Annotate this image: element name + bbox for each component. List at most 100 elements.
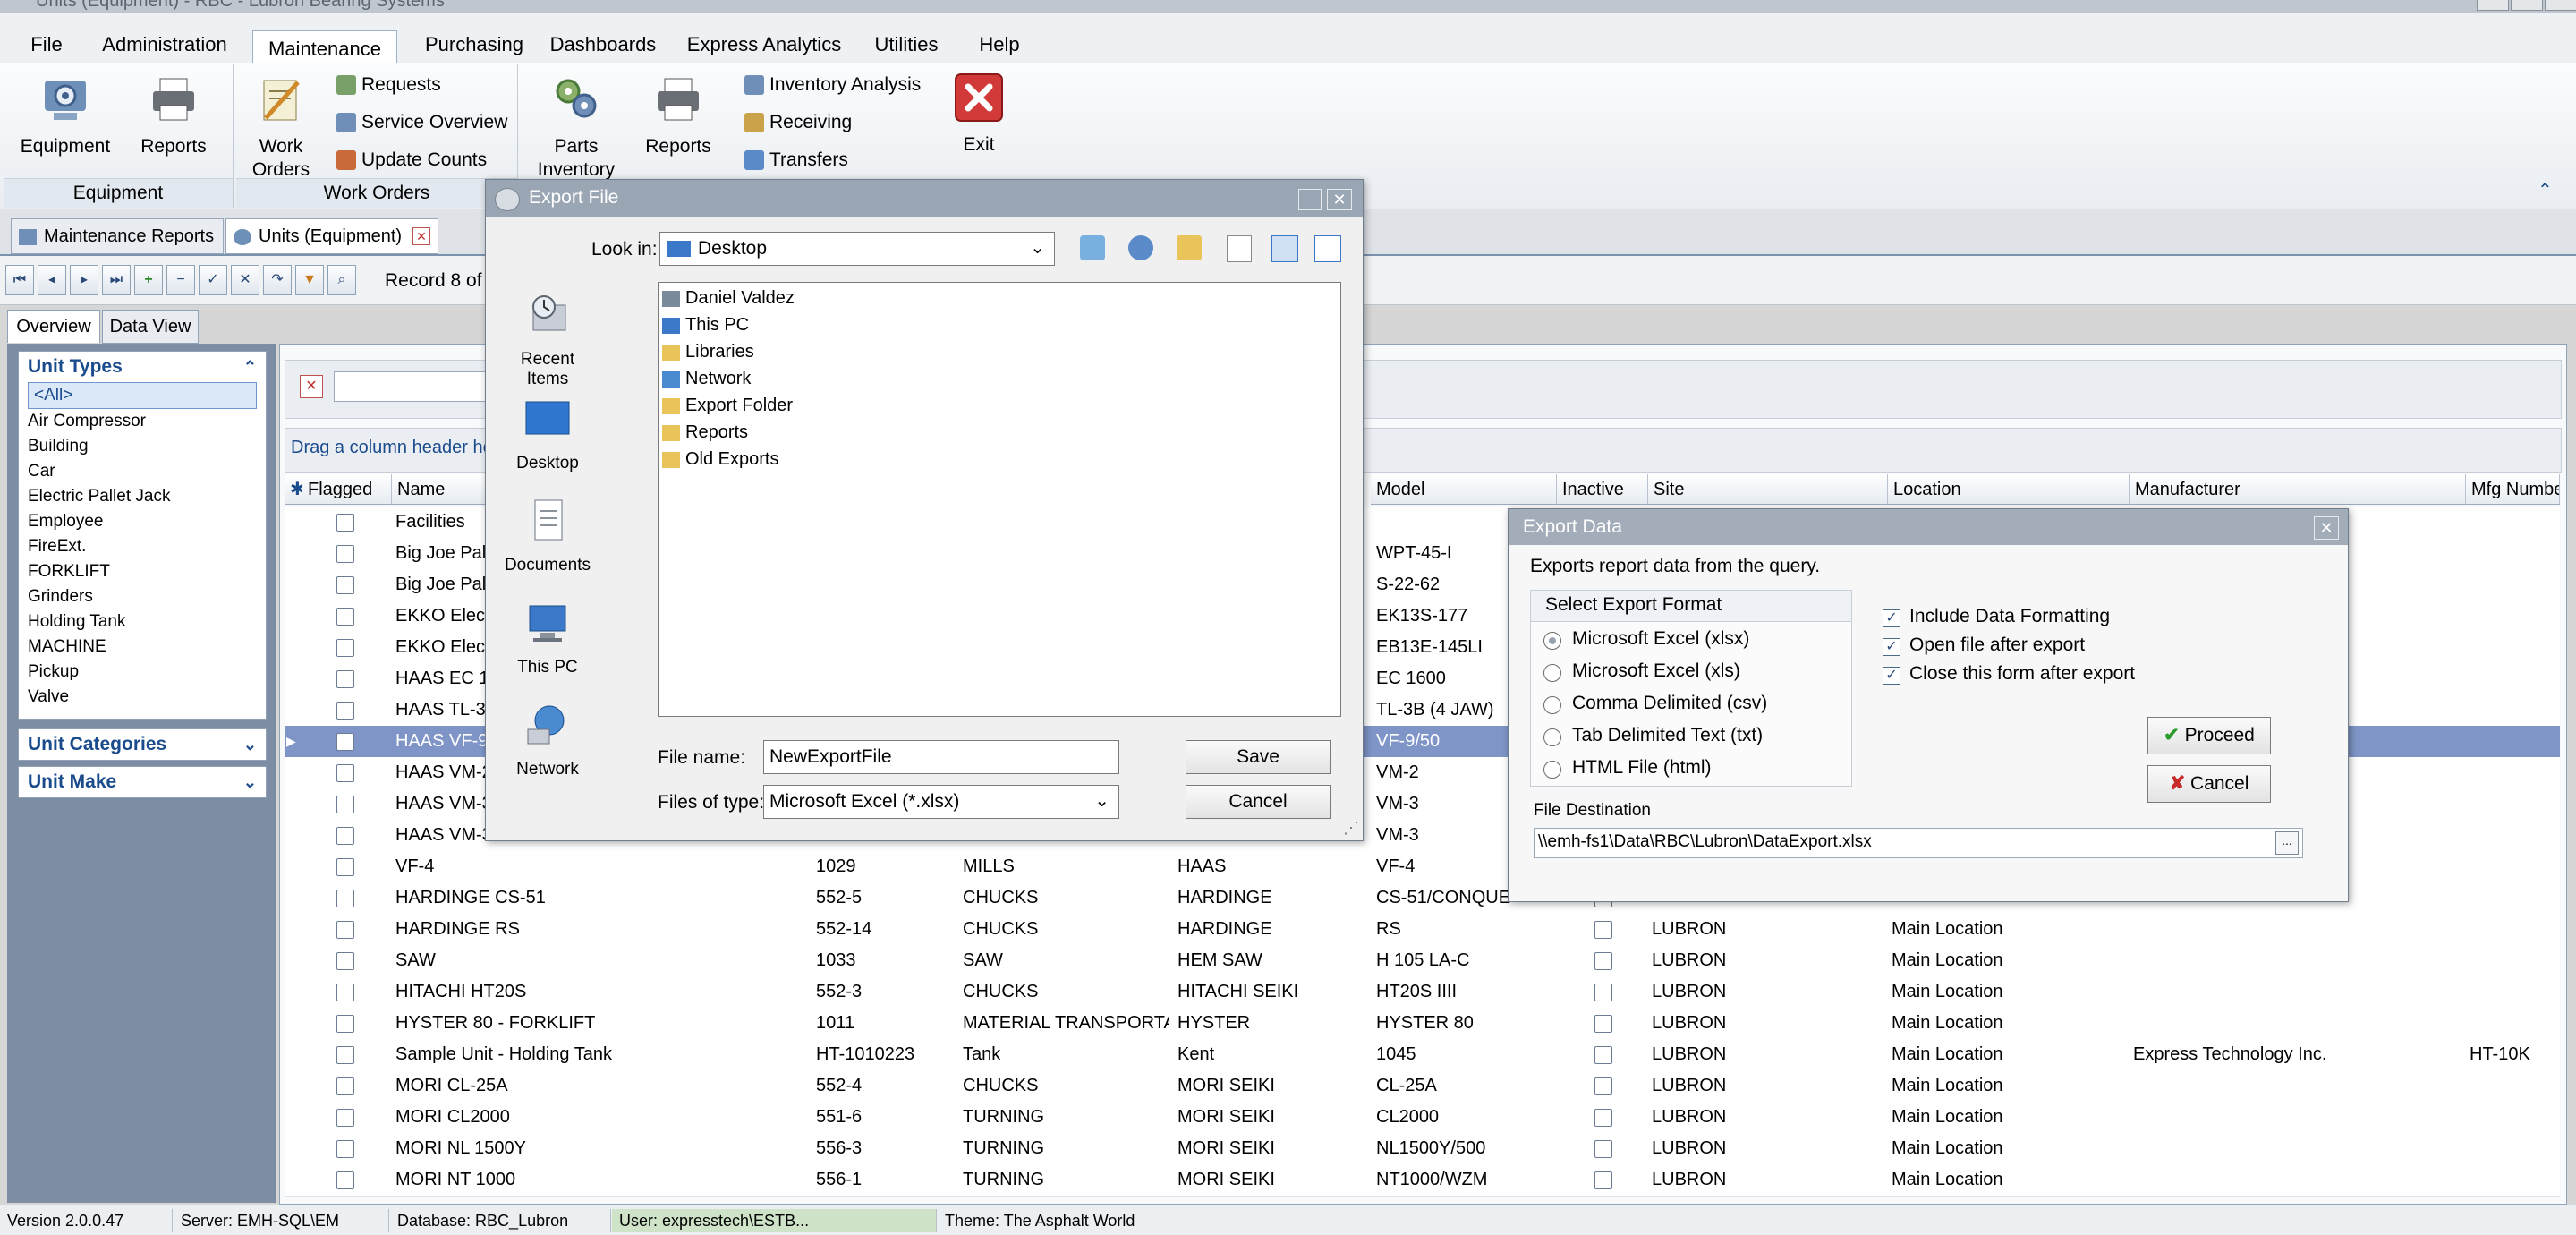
reports-folder-item[interactable]: Reports bbox=[662, 419, 748, 446]
files-of-type-select[interactable]: Microsoft Excel (*.xlsx) ⌄ bbox=[763, 785, 1119, 819]
flagged-checkbox[interactable] bbox=[336, 952, 354, 970]
inactive-checkbox[interactable] bbox=[1594, 1109, 1612, 1127]
inventory-analysis-button[interactable]: Inventory Analysis bbox=[744, 72, 921, 98]
unit-type-item[interactable]: Car bbox=[19, 459, 266, 484]
flagged-checkbox[interactable] bbox=[336, 1077, 354, 1095]
work-orders-button[interactable]: Work Orders bbox=[245, 73, 317, 182]
save-record-button[interactable]: ✓ bbox=[199, 265, 227, 295]
place-documents[interactable]: Documents bbox=[498, 498, 597, 575]
unit-type-item[interactable]: Pickup bbox=[19, 660, 266, 685]
unit-type-item[interactable]: Grinders bbox=[19, 584, 266, 609]
file-destination-input[interactable]: \\emh-fs1\Data\RBC\Lubron\DataExport.xls… bbox=[1534, 828, 2303, 858]
flagged-checkbox[interactable] bbox=[336, 733, 354, 751]
flagged-checkbox[interactable] bbox=[336, 576, 354, 594]
add-record-button[interactable]: + bbox=[134, 265, 163, 295]
look-in-select[interactable]: Desktop ⌄ bbox=[659, 232, 1055, 266]
table-row[interactable]: MORI CL2000 551-6 TURNING MORI SEIKI CL2000 L… bbox=[285, 1102, 2560, 1134]
place-desktop[interactable]: Desktop bbox=[498, 396, 597, 473]
close-tab-icon[interactable]: ✕ bbox=[412, 227, 430, 245]
format-radio[interactable] bbox=[1543, 696, 1561, 714]
parts-inventory-button[interactable]: Parts Inventory bbox=[528, 73, 625, 182]
file-name-input[interactable]: NewExportFile bbox=[763, 740, 1119, 774]
equipment-reports-button[interactable]: Reports bbox=[129, 73, 218, 158]
place-this-pc[interactable]: This PC bbox=[498, 600, 597, 677]
table-row[interactable]: MORI NT 1000 556-1 TURNING MORI SEIKI NT1000… bbox=[285, 1164, 2560, 1197]
table-row[interactable]: SAW 1033 SAW HEM SAW H 105 LA-C LUBRON Main Lo… bbox=[285, 945, 2560, 977]
cancel-edit-button[interactable]: ✕ bbox=[231, 265, 259, 295]
format-radio[interactable] bbox=[1543, 728, 1561, 746]
unit-type-item[interactable]: Air Compressor bbox=[19, 409, 266, 434]
minimize-button[interactable] bbox=[2477, 0, 2509, 11]
col-flagged[interactable]: Flagged bbox=[302, 474, 392, 505]
network-item[interactable]: Network bbox=[662, 365, 751, 392]
close-dialog-button[interactable]: ✕ bbox=[1327, 189, 1352, 210]
tab-maintenance-reports[interactable]: Maintenance Reports bbox=[11, 218, 224, 254]
flagged-checkbox[interactable] bbox=[336, 639, 354, 657]
col-model[interactable]: Model bbox=[1371, 474, 1557, 505]
table-row[interactable]: HYSTER 80 - FORKLIFT 1011 MATERIAL TRANSPO… bbox=[285, 1008, 2560, 1040]
col-manufacturer[interactable]: Manufacturer bbox=[2130, 474, 2466, 505]
details-view-icon[interactable] bbox=[1271, 235, 1298, 262]
next-record-button[interactable]: ▸ bbox=[70, 265, 98, 295]
close-window-button[interactable] bbox=[2545, 0, 2576, 11]
export-folder-item[interactable]: Export Folder bbox=[662, 392, 793, 419]
browse-button[interactable]: ... bbox=[2275, 831, 2299, 855]
filter-button[interactable]: ▼ bbox=[295, 265, 324, 295]
unit-type-item[interactable]: FireExt. bbox=[19, 534, 266, 559]
flagged-checkbox[interactable] bbox=[336, 796, 354, 813]
flagged-checkbox[interactable] bbox=[336, 890, 354, 907]
new-folder-icon[interactable] bbox=[1177, 235, 1202, 260]
unit-type-item[interactable]: Employee bbox=[19, 509, 266, 534]
option-label[interactable]: Close this form after export bbox=[1909, 663, 2135, 685]
transfers-button[interactable]: Transfers bbox=[744, 147, 848, 174]
menu-maintenance[interactable]: Maintenance bbox=[252, 30, 397, 65]
maximize-dialog-button[interactable] bbox=[1298, 189, 1322, 210]
exit-button[interactable]: Exit bbox=[947, 72, 1011, 157]
inactive-checkbox[interactable] bbox=[1594, 1140, 1612, 1158]
flagged-checkbox[interactable] bbox=[336, 545, 354, 563]
menu-purchasing[interactable]: Purchasing bbox=[412, 27, 537, 63]
parts-reports-button[interactable]: Reports bbox=[633, 73, 723, 158]
option-checkbox[interactable]: ✓ bbox=[1883, 638, 1900, 656]
format-label[interactable]: Microsoft Excel (xls) bbox=[1572, 660, 1740, 682]
equipment-button[interactable]: Equipment bbox=[16, 73, 115, 158]
expand-chevron-icon[interactable]: ⌄ bbox=[243, 767, 257, 797]
unit-type-item[interactable]: FORKLIFT bbox=[19, 559, 266, 584]
unit-type-item[interactable]: Holding Tank bbox=[19, 609, 266, 635]
first-record-button[interactable]: ⏮ bbox=[5, 265, 34, 295]
service-overview-button[interactable]: Service Overview bbox=[336, 109, 507, 136]
menu-utilities[interactable]: Utilities bbox=[866, 27, 947, 63]
menu-help[interactable]: Help bbox=[968, 27, 1031, 63]
flagged-checkbox[interactable] bbox=[336, 1046, 354, 1064]
inactive-checkbox[interactable] bbox=[1594, 1015, 1612, 1033]
table-row[interactable]: Sample Unit - Holding Tank HT-1010223 Tank… bbox=[285, 1039, 2560, 1071]
format-label[interactable]: HTML File (html) bbox=[1572, 757, 1712, 779]
col-location[interactable]: Location bbox=[1888, 474, 2130, 505]
table-row[interactable]: MORI NL 1500Y 556-3 TURNING MORI SEIKI NL150… bbox=[285, 1133, 2560, 1165]
menu-express-analytics[interactable]: Express Analytics bbox=[684, 27, 845, 63]
flagged-checkbox[interactable] bbox=[336, 764, 354, 782]
menu-administration[interactable]: Administration bbox=[93, 27, 236, 63]
flagged-checkbox[interactable] bbox=[336, 514, 354, 532]
refresh-button[interactable]: ↷ bbox=[263, 265, 292, 295]
flagged-checkbox[interactable] bbox=[336, 984, 354, 1001]
place-recent-items[interactable]: Recent Items bbox=[498, 293, 597, 389]
clear-filter-icon[interactable]: ✕ bbox=[300, 375, 323, 398]
format-label[interactable]: Microsoft Excel (xlsx) bbox=[1572, 628, 1749, 650]
search-icon[interactable]: ⌕ bbox=[327, 265, 356, 295]
unit-type-item[interactable]: MACHINE bbox=[19, 635, 266, 660]
unit-types-header[interactable]: Unit Types ⌃ bbox=[19, 352, 266, 382]
unit-type-item[interactable]: Electric Pallet Jack bbox=[19, 484, 266, 509]
resize-grip-icon[interactable]: ⋰ bbox=[1343, 819, 1359, 838]
close-dialog-button[interactable]: ✕ bbox=[2314, 516, 2339, 540]
inactive-checkbox[interactable] bbox=[1594, 1046, 1612, 1064]
unit-type-all[interactable]: <All> bbox=[28, 382, 257, 409]
format-radio[interactable] bbox=[1543, 761, 1561, 779]
prev-record-button[interactable]: ◂ bbox=[38, 265, 66, 295]
receiving-button[interactable]: Receiving bbox=[744, 109, 852, 136]
old-exports-folder-item[interactable]: Old Exports bbox=[662, 446, 778, 473]
col-site[interactable]: Site bbox=[1648, 474, 1888, 505]
flagged-checkbox[interactable] bbox=[336, 670, 354, 688]
menu-file[interactable]: File bbox=[21, 27, 72, 63]
expand-chevron-icon[interactable]: ⌄ bbox=[243, 729, 257, 760]
